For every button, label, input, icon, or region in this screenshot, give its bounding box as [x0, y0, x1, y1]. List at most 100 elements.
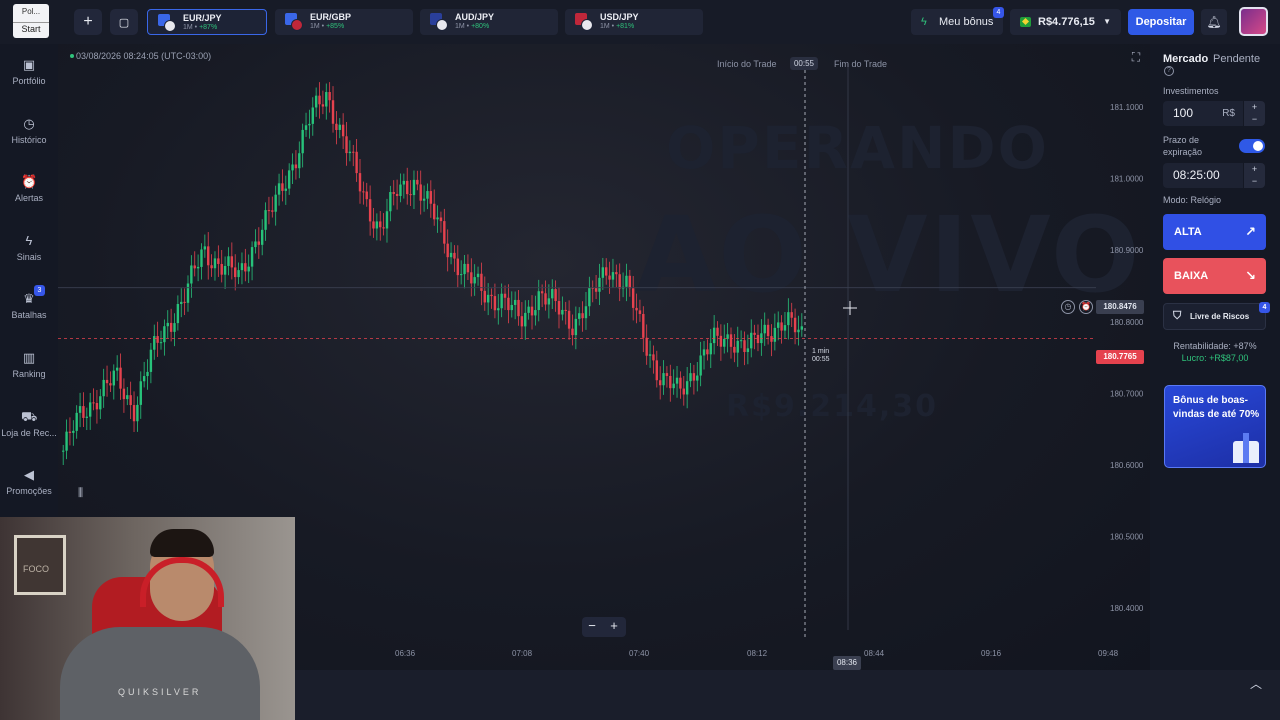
candle-body [736, 340, 739, 353]
mode-label: Modo: Relógio [1163, 195, 1222, 205]
notifications-button[interactable]: 🔔︎ [1201, 9, 1227, 35]
candle-body [655, 360, 658, 381]
zoom-in-button[interactable]: + [604, 618, 624, 633]
candle-body [716, 327, 719, 336]
candle-body [78, 406, 82, 413]
deposit-button[interactable]: Depositar [1128, 9, 1194, 35]
candle-body [459, 274, 463, 276]
layout-button[interactable]: ▢ [110, 9, 138, 35]
candle-body [483, 290, 486, 303]
candle-body [783, 325, 787, 331]
sidebar-item-label: Promoções [6, 486, 52, 497]
investment-stepper[interactable]: + − [1244, 101, 1265, 126]
bonus-badge: 4 [993, 7, 1004, 18]
candle-body [163, 326, 166, 343]
bell-icon: 🔔︎ [1206, 15, 1222, 29]
candle-body [797, 329, 800, 333]
help-icon[interactable]: ? [1164, 66, 1174, 76]
expiry-time-input[interactable]: 08:25:00 [1163, 163, 1243, 188]
candle-body [537, 291, 540, 311]
streamer-hair [150, 529, 214, 557]
candle-body [190, 265, 193, 284]
candle-body [129, 395, 132, 406]
sidebar-item-clock[interactable]: ◷ Histórico [0, 116, 58, 145]
alarm-clock-icon[interactable]: ◷ [1061, 300, 1075, 314]
asset-tab[interactable]: USD/JPY 1M • +81% [565, 9, 703, 35]
minus-icon[interactable]: − [1244, 113, 1265, 125]
sidebar-item-label: Portfólio [12, 76, 46, 86]
fullscreen-button[interactable]: ⛶ [1126, 50, 1146, 68]
top-bar: Pol... Start + ▢ EUR/JPY 1M • +87% EUR/GBP… [0, 0, 1280, 44]
candle-body [406, 180, 409, 195]
candle-body [193, 265, 196, 269]
candle-body [763, 324, 766, 334]
sidebar-item-alarm[interactable]: ⏰ Alertas [0, 174, 58, 203]
asset-tab[interactable]: EUR/GBP 1M • +85% [275, 9, 413, 35]
candle-body [382, 227, 385, 229]
candle-body [719, 335, 723, 347]
asset-payout: +85% [326, 23, 345, 30]
plus-icon[interactable]: + [1244, 101, 1265, 113]
asset-tab[interactable]: EUR/JPY 1M • +87% [147, 9, 267, 35]
candle-body [311, 107, 314, 124]
expiry-stepper[interactable]: + − [1244, 163, 1265, 188]
candle-body [149, 349, 153, 372]
candle-body [72, 430, 75, 433]
sidebar-item-megaphone[interactable]: ◀ Promoções [0, 467, 58, 496]
asset-timeframe: 1M [455, 23, 465, 30]
indicators-button[interactable]: ⫼ [78, 487, 94, 503]
candle-body [203, 246, 207, 250]
add-alert-icon[interactable]: ⏰ [1079, 300, 1093, 314]
candle-body [240, 263, 244, 271]
bonus-card-text: Bônus de boas-vindas de até 70% [1173, 395, 1260, 420]
candle-body [271, 210, 274, 212]
candle-body [520, 316, 524, 327]
my-bonus-button[interactable]: ϟ Meu bônus 4 [911, 7, 1004, 35]
candle-body [510, 304, 513, 311]
welcome-bonus-banner[interactable]: Bônus de boas-vindas de até 70% [1164, 385, 1266, 468]
currency-flag-icon [158, 14, 176, 32]
sidebar-item-ranking[interactable]: ▥ Ranking [0, 350, 58, 379]
candle-body [230, 256, 234, 268]
candle-body [517, 299, 520, 317]
megaphone-icon: ◀ [24, 467, 34, 483]
risk-free-button[interactable]: ⛉ Livre de Riscos 4 [1163, 302, 1270, 330]
balance-dropdown[interactable]: R$4.776,15 ▼ [1010, 9, 1121, 35]
asset-timeframe: 1M [600, 23, 610, 30]
minus-icon[interactable]: − [1244, 175, 1265, 187]
candle-body [335, 123, 338, 130]
candle-body [358, 173, 362, 192]
candle-body [419, 184, 422, 201]
candle-body [308, 123, 311, 126]
candle-body [611, 272, 615, 280]
shirt-print: QUIKSILVER [118, 687, 202, 697]
bolt-icon: ϟ [921, 16, 927, 28]
chevron-up-icon[interactable]: ︿ [1250, 675, 1262, 692]
sidebar-item-cart[interactable]: ⛟ Loja de Rec... [0, 409, 58, 438]
asset-name: AUD/JPY [455, 12, 495, 22]
plus-icon[interactable]: + [1244, 163, 1265, 175]
expiry-mode-toggle[interactable] [1239, 139, 1265, 153]
zoom-out-button[interactable]: − [582, 618, 602, 633]
candle-body [267, 210, 271, 212]
candle-body [581, 313, 584, 319]
candle-body [180, 301, 183, 304]
sidebar-item-trophy[interactable]: ♛ Batalhas 3 [0, 285, 58, 320]
add-chart-button[interactable]: + [74, 9, 102, 35]
sidebar-item-bolt[interactable]: ϟ Sinais [0, 233, 58, 262]
tab-market[interactable]: Mercado [1163, 53, 1208, 65]
currency-flag-icon [575, 13, 593, 31]
avatar[interactable] [1239, 7, 1268, 36]
candle-body [277, 183, 281, 195]
tab-pending[interactable]: Pendente [1213, 53, 1260, 65]
candle-body [399, 184, 402, 196]
down-button[interactable]: BAIXA ↘ [1163, 258, 1266, 294]
up-button[interactable]: ALTA ↗ [1163, 214, 1266, 250]
investment-input[interactable]: 100 R$ [1163, 101, 1243, 126]
sidebar-item-briefcase[interactable]: ▣ Portfólio [0, 57, 58, 86]
start-widget[interactable]: Pol... Start [13, 4, 49, 38]
candle-body [379, 221, 382, 228]
candle-body [68, 431, 72, 433]
asset-tab[interactable]: AUD/JPY 1M • +80% [420, 9, 558, 35]
asset-name: USD/JPY [600, 12, 639, 22]
